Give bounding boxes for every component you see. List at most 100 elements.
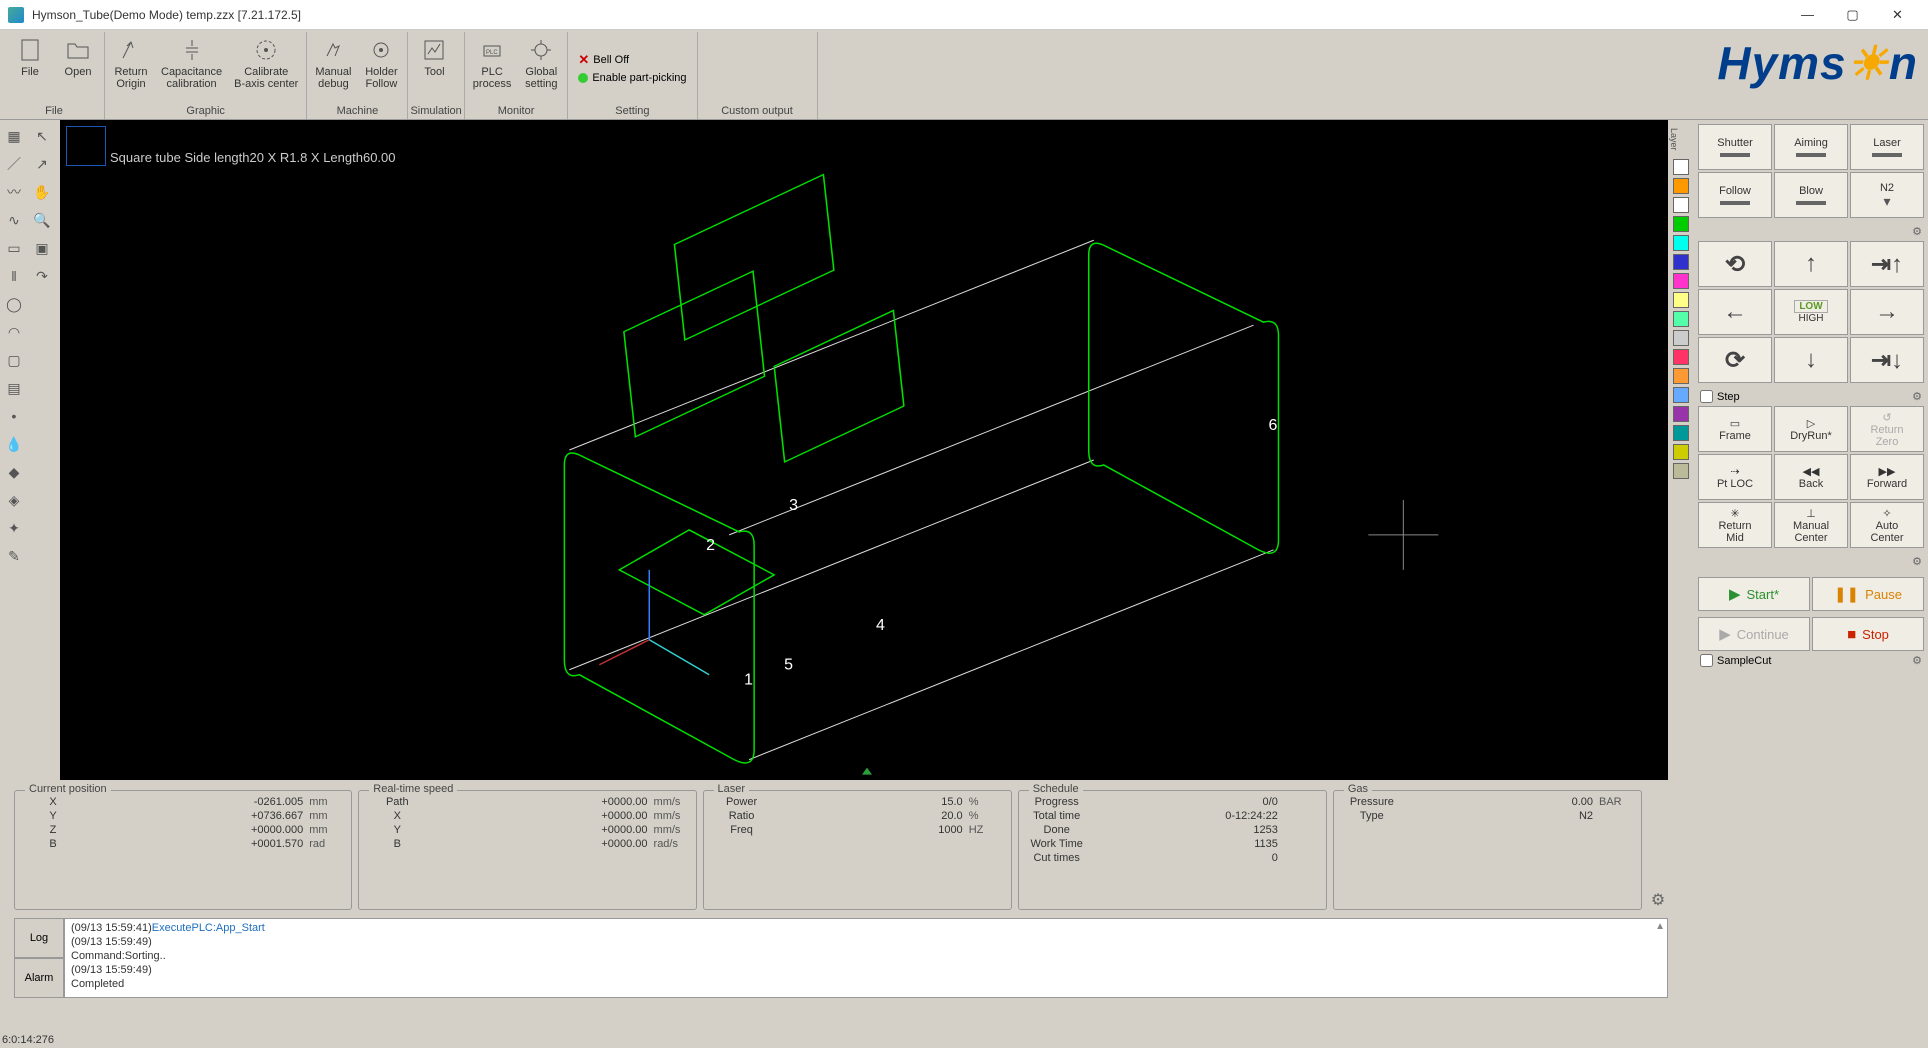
back-button[interactable]: ◀◀Back: [1774, 454, 1848, 500]
holder-follow-button[interactable]: Holder Follow: [357, 32, 405, 103]
gear-icon[interactable]: ⚙: [1912, 225, 1922, 238]
enable-part-picking-toggle[interactable]: Enable part-picking: [570, 70, 694, 86]
start-button[interactable]: ▶Start*: [1698, 577, 1810, 611]
fit-tool-icon[interactable]: ▣: [29, 235, 55, 261]
layer-swatch-7[interactable]: [1673, 292, 1689, 308]
view-cube-icon[interactable]: [66, 126, 106, 166]
gear-icon[interactable]: ⚙: [1912, 390, 1922, 403]
layer-swatch-15[interactable]: [1673, 444, 1689, 460]
pause-button[interactable]: ❚❚Pause: [1812, 577, 1924, 611]
drop-tool-icon[interactable]: 💧: [1, 431, 27, 457]
maximize-button[interactable]: ▢: [1830, 0, 1875, 30]
manual-center-button[interactable]: ⊥Manual Center: [1774, 502, 1848, 548]
step-checkbox[interactable]: [1700, 390, 1713, 403]
layer-swatch-0[interactable]: [1673, 159, 1689, 175]
target-tool-icon[interactable]: ✦: [1, 515, 27, 541]
blow-button[interactable]: Blow: [1774, 172, 1848, 218]
right-panel: Shutter Aiming Laser Follow Blow N2▾ ⚙ ⟲…: [1694, 120, 1928, 1048]
layer-swatch-16[interactable]: [1673, 463, 1689, 479]
scroll-up-icon[interactable]: ▲: [1655, 921, 1665, 932]
jog-up-button[interactable]: ↑: [1774, 241, 1848, 287]
grid-icon[interactable]: ▦: [1, 123, 27, 149]
calibrate-b-axis-button[interactable]: Calibrate B-axis center: [228, 32, 304, 103]
layer-swatch-13[interactable]: [1673, 406, 1689, 422]
log-tab[interactable]: Log: [14, 918, 64, 958]
manual-debug-button[interactable]: Manual debug: [309, 32, 357, 103]
bell-off-toggle[interactable]: ✕Bell Off: [570, 50, 694, 70]
gear-icon[interactable]: ⚙: [1651, 890, 1665, 910]
continue-button[interactable]: ▶Continue: [1698, 617, 1810, 651]
follow-button[interactable]: Follow: [1698, 172, 1772, 218]
select-tool-icon[interactable]: ↖: [29, 123, 55, 149]
layer-swatch-4[interactable]: [1673, 235, 1689, 251]
layer-swatch-12[interactable]: [1673, 387, 1689, 403]
arc-tool-icon[interactable]: ◠: [1, 319, 27, 345]
aiming-button[interactable]: Aiming: [1774, 124, 1848, 170]
jog-rotate-cw-button[interactable]: ⟳: [1698, 337, 1772, 383]
redo-tool-icon[interactable]: ↷: [29, 263, 55, 289]
layer-tool-icon[interactable]: ▢: [1, 347, 27, 373]
pt-loc-button[interactable]: ⇢Pt LOC: [1698, 454, 1772, 500]
app-icon: [8, 7, 24, 23]
samplecut-checkbox[interactable]: [1700, 654, 1713, 667]
alarm-tab[interactable]: Alarm: [14, 958, 64, 998]
svg-text:6: 6: [1268, 417, 1277, 434]
gear-icon[interactable]: ⚙: [1912, 654, 1922, 667]
return-zero-button[interactable]: ↺Return Zero: [1850, 406, 1924, 452]
file-button[interactable]: File: [6, 32, 54, 103]
dryrun-button[interactable]: ▷DryRun*: [1774, 406, 1848, 452]
curve-tool-icon[interactable]: ∿: [1, 207, 27, 233]
point-tool-icon[interactable]: •: [1, 403, 27, 429]
fill-tool-icon[interactable]: ◆: [1, 459, 27, 485]
shutter-button[interactable]: Shutter: [1698, 124, 1772, 170]
jog-rotate-ccw-button[interactable]: ⟲: [1698, 241, 1772, 287]
layer-swatch-10[interactable]: [1673, 349, 1689, 365]
gas-n2-button[interactable]: N2▾: [1850, 172, 1924, 218]
return-mid-button[interactable]: ✳Return Mid: [1698, 502, 1772, 548]
layer-swatch-14[interactable]: [1673, 425, 1689, 441]
minimize-button[interactable]: —: [1785, 0, 1830, 30]
open-button[interactable]: Open: [54, 32, 102, 103]
forward-button[interactable]: ▶▶Forward: [1850, 454, 1924, 500]
auto-center-button[interactable]: ✧Auto Center: [1850, 502, 1924, 548]
line-tool-icon[interactable]: ／: [1, 151, 27, 177]
layer-swatch-9[interactable]: [1673, 330, 1689, 346]
frame-button[interactable]: ▭Frame: [1698, 406, 1772, 452]
jog-z-down-button[interactable]: ⇥↓: [1850, 337, 1924, 383]
layer-swatch-2[interactable]: [1673, 197, 1689, 213]
laser-button[interactable]: Laser: [1850, 124, 1924, 170]
layer-swatch-1[interactable]: [1673, 178, 1689, 194]
layer-swatch-3[interactable]: [1673, 216, 1689, 232]
layer-swatch-5[interactable]: [1673, 254, 1689, 270]
layer-swatch-6[interactable]: [1673, 273, 1689, 289]
gear-icon[interactable]: ⚙: [1912, 555, 1922, 568]
stack-tool-icon[interactable]: ▤: [1, 375, 27, 401]
status-row: Cut times0: [1027, 851, 1318, 865]
jog-down-button[interactable]: ↓: [1774, 337, 1848, 383]
speed-low-high-toggle[interactable]: LOWHIGH: [1774, 289, 1848, 335]
status-gas: GasPressure0.00BARTypeN2: [1333, 790, 1642, 910]
jog-right-button[interactable]: →: [1850, 289, 1924, 335]
node-tool-icon[interactable]: ↗: [29, 151, 55, 177]
capacitance-button[interactable]: Capacitance calibration: [155, 32, 228, 103]
viewport-3d[interactable]: Square tube Side length20 X R1.8 X Lengt…: [60, 120, 1668, 780]
log-body[interactable]: (09/13 15:59:41)ExecutePLC:App_Start(09/…: [64, 918, 1668, 998]
pan-tool-icon[interactable]: ✋: [29, 179, 55, 205]
stop-button[interactable]: ■Stop: [1812, 617, 1924, 651]
tag-tool-icon[interactable]: ◈: [1, 487, 27, 513]
layer-swatch-8[interactable]: [1673, 311, 1689, 327]
rect-tool-icon[interactable]: ▭: [1, 235, 27, 261]
close-button[interactable]: ✕: [1875, 0, 1920, 30]
parallel-tool-icon[interactable]: ‖: [1, 263, 27, 289]
jog-left-button[interactable]: ←: [1698, 289, 1772, 335]
tool-button[interactable]: Tool: [410, 32, 458, 103]
jog-z-up-button[interactable]: ⇥↑: [1850, 241, 1924, 287]
return-origin-button[interactable]: Return Origin: [107, 32, 155, 103]
polyline-tool-icon[interactable]: 〰: [1, 179, 27, 205]
global-setting-button[interactable]: Global setting: [517, 32, 565, 103]
plc-process-button[interactable]: PLCPLC process: [467, 32, 518, 103]
layer-swatch-11[interactable]: [1673, 368, 1689, 384]
circle-tool-icon[interactable]: ◯: [1, 291, 27, 317]
brush-tool-icon[interactable]: ✎: [1, 543, 27, 569]
zoom-tool-icon[interactable]: 🔍: [29, 207, 55, 233]
